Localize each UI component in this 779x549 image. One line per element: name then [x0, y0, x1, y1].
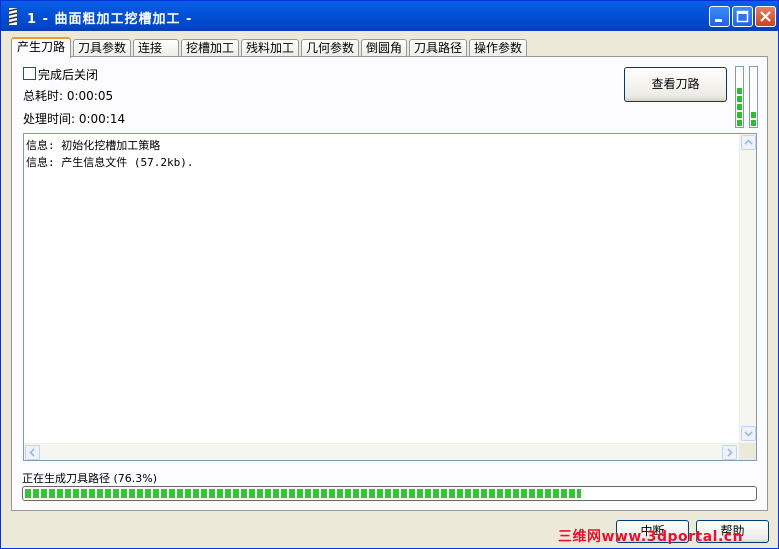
process-time-label: 处理时间: 0:00:14	[23, 112, 126, 126]
minimize-button[interactable]	[709, 6, 730, 27]
level-meter-right-fill	[751, 111, 756, 126]
watermark: 三维网www.3dportal.cn	[558, 529, 744, 545]
minimize-icon	[715, 19, 722, 22]
maximize-button[interactable]	[732, 6, 753, 27]
total-time-label: 总耗时: 0:00:05	[23, 89, 114, 103]
app-icon	[8, 8, 18, 25]
tab-linking[interactable]: 连接	[133, 39, 179, 57]
progress-bar	[22, 486, 757, 501]
level-meter-right	[749, 66, 758, 128]
dialog-window: 1 - 曲面粗加工挖槽加工 - 产生刀路 刀具参数 连接 挖槽加工 残料加工 几…	[0, 0, 779, 549]
tab-rest-machining[interactable]: 残料加工	[241, 39, 299, 57]
chevron-down-icon	[744, 431, 753, 437]
log-line: 信息: 产生信息文件 (57.2kb).	[26, 156, 194, 169]
tab-operation-params[interactable]: 操作参数	[469, 39, 527, 57]
message-log[interactable]: 信息: 初始化挖槽加工策略 信息: 产生信息文件 (57.2kb).	[23, 133, 757, 461]
level-meter-left	[735, 66, 744, 128]
tab-tool-params[interactable]: 刀具参数	[73, 39, 131, 57]
scroll-up-button[interactable]	[741, 135, 756, 150]
scroll-right-button[interactable]	[722, 445, 737, 460]
chevron-right-icon	[727, 448, 733, 457]
log-line: 信息: 初始化挖槽加工策略	[26, 139, 161, 152]
scroll-left-button[interactable]	[25, 445, 40, 460]
window-title: 1 - 曲面粗加工挖槽加工 -	[27, 12, 193, 27]
tab-pocket-machining[interactable]: 挖槽加工	[181, 39, 239, 57]
scroll-down-button[interactable]	[741, 426, 756, 441]
tab-fillet[interactable]: 倒圆角	[361, 39, 407, 57]
chevron-left-icon	[29, 448, 35, 457]
close-icon	[760, 11, 771, 22]
scrollbar-corner	[739, 443, 756, 460]
tab-generate-toolpath[interactable]: 产生刀路	[11, 37, 71, 58]
vertical-scrollbar[interactable]	[739, 134, 756, 443]
tab-geometry-params[interactable]: 几何参数	[301, 39, 359, 57]
chevron-up-icon	[744, 139, 753, 145]
view-toolpath-button[interactable]: 查看刀路	[624, 67, 727, 102]
close-on-finish-label[interactable]: 完成后关闭	[38, 66, 98, 83]
horizontal-scrollbar[interactable]	[24, 443, 739, 460]
title-bar[interactable]: 1 - 曲面粗加工挖槽加工 -	[1, 1, 778, 31]
tab-toolpath[interactable]: 刀具路径	[409, 39, 467, 57]
tab-panel: 完成后关闭 总耗时: 0:00:05 处理时间: 0:00:14 查看刀路 信息…	[11, 56, 768, 511]
close-on-finish-checkbox[interactable]	[23, 67, 36, 80]
close-button[interactable]	[755, 6, 776, 27]
maximize-icon	[736, 10, 749, 23]
level-meter-left-fill	[737, 87, 742, 126]
status-text: 正在生成刀具路径 (76.3%)	[22, 472, 158, 485]
progress-bar-fill	[25, 489, 582, 498]
